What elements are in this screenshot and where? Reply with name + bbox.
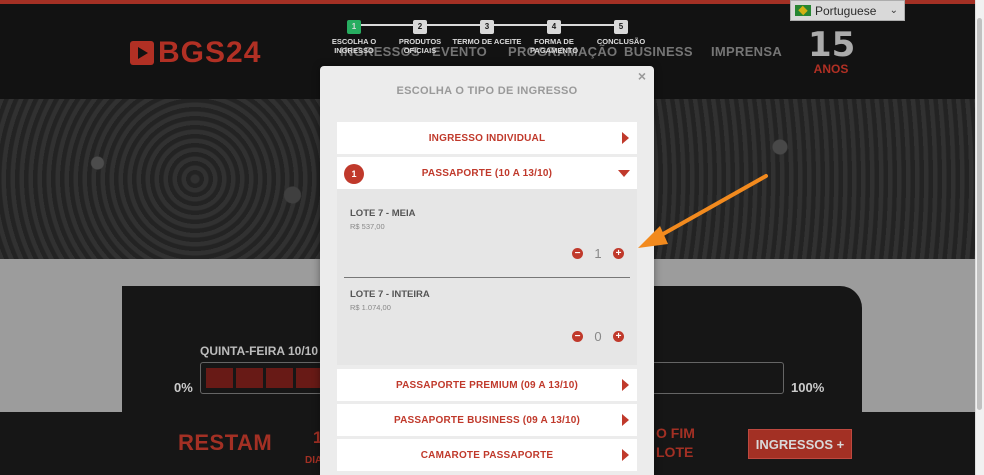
option-label: INGRESSO INDIVIDUAL <box>428 132 546 144</box>
option-passaporte[interactable]: 1 PASSAPORTE (10 A 13/10) <box>337 157 637 189</box>
option-camarote-passaporte[interactable]: CAMAROTE PASSAPORTE <box>337 439 637 471</box>
scrollbar-thumb[interactable] <box>977 18 982 410</box>
ticket-type-modal: × ESCOLHA O TIPO DE INGRESSO INGRESSO IN… <box>320 66 654 475</box>
passaporte-lotes: LOTE 7 - MEIA R$ 537,00 − 1 + LOTE 7 - I… <box>337 189 637 365</box>
option-label: PASSAPORTE PREMIUM (09 A 13/10) <box>396 379 578 391</box>
lote-meia: LOTE 7 - MEIA R$ 537,00 <box>350 208 415 231</box>
option-label: CAMAROTE PASSAPORTE <box>420 449 554 461</box>
modal-title: ESCOLHA O TIPO DE INGRESSO <box>396 85 578 97</box>
option-ingresso-individual[interactable]: INGRESSO INDIVIDUAL <box>337 122 637 154</box>
quantity-stepper-inteira: − 0 + <box>572 329 624 344</box>
quantity-stepper-meia: − 1 + <box>572 246 624 261</box>
lote-name: LOTE 7 - INTEIRA <box>350 289 430 300</box>
plus-button[interactable]: + <box>613 331 624 342</box>
option-passaporte-business[interactable]: PASSAPORTE BUSINESS (09 A 13/10) <box>337 404 637 436</box>
lote-price: R$ 1.074,00 <box>350 303 391 312</box>
quantity-value: 0 <box>594 329 602 344</box>
annotation-arrow-icon <box>638 174 768 248</box>
option-label: PASSAPORTE (10 A 13/10) <box>421 167 553 179</box>
caret-right-icon <box>622 414 629 426</box>
option-passaporte-premium[interactable]: PASSAPORTE PREMIUM (09 A 13/10) <box>337 369 637 401</box>
option-label: PASSAPORTE BUSINESS (09 A 13/10) <box>393 414 581 426</box>
minus-button[interactable]: − <box>572 248 583 259</box>
close-icon[interactable]: × <box>638 68 646 84</box>
quantity-value: 1 <box>594 246 602 261</box>
minus-button[interactable]: − <box>572 331 583 342</box>
caret-right-icon <box>622 449 629 461</box>
caret-right-icon <box>622 132 629 144</box>
lote-divider <box>344 277 630 278</box>
selected-count-badge: 1 <box>344 164 364 184</box>
lote-inteira: LOTE 7 - INTEIRA R$ 1.074,00 <box>350 289 430 312</box>
caret-down-icon <box>618 170 630 177</box>
plus-button[interactable]: + <box>613 248 624 259</box>
lote-price: R$ 537,00 <box>350 222 385 231</box>
lote-name: LOTE 7 - MEIA <box>350 208 416 219</box>
caret-right-icon <box>622 379 629 391</box>
